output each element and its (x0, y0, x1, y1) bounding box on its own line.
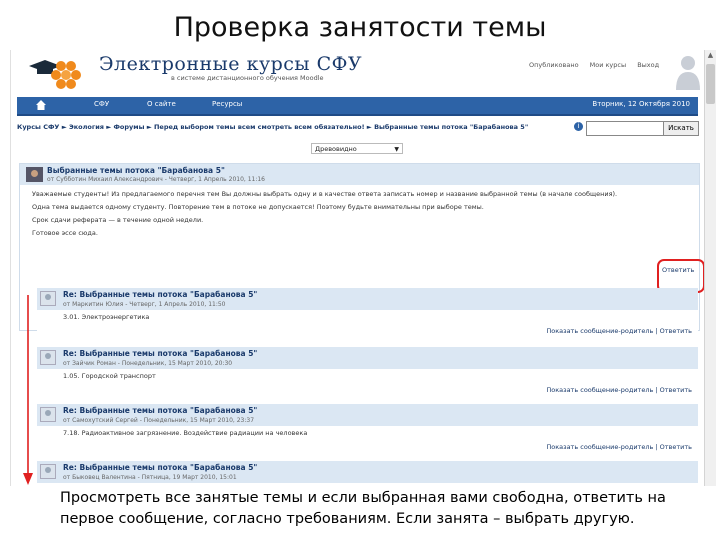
scroll-thumb[interactable] (706, 64, 715, 104)
main-post-paragraph: Срок сдачи реферата — в течение одной не… (32, 216, 204, 224)
browser-screenshot: Электронные курсы СФУ в системе дистанци… (10, 50, 704, 486)
reply-post: Re: Выбранные темы потока "Барабанова 5"… (37, 404, 698, 458)
slide-caption: Просмотреть все занятые темы и если выбр… (60, 488, 710, 530)
slide-title: Проверка занятости темы (173, 12, 547, 43)
display-mode-select[interactable]: Древовидно ▼ (311, 143, 403, 154)
main-post-paragraph: Одна тема выдается одному студенту. Повт… (32, 203, 484, 211)
search-input[interactable] (586, 121, 667, 136)
site-subtitle: в системе дистанционного обучения Moodle (171, 74, 324, 82)
display-mode-value: Древовидно (315, 145, 357, 153)
reply-header: Re: Выбранные темы потока "Барабанова 5"… (37, 461, 698, 483)
reply-header: Re: Выбранные темы потока "Барабанова 5"… (37, 347, 698, 369)
main-post-paragraph: Готовое эссе сюда. (32, 229, 98, 237)
reply-post: Re: Выбранные темы потока "Барабанова 5"… (37, 288, 698, 342)
reply-meta: от Самохутский Сергей - Понедельник, 15 … (63, 417, 255, 424)
reply-body: 3.01. Электроэнергетика (63, 313, 150, 321)
scroll-down-arrow-icon (23, 295, 33, 485)
scroll-up-icon[interactable]: ▲ (705, 50, 716, 61)
top-link-published[interactable]: Опубликовано (529, 61, 579, 69)
nav-item-sfu[interactable]: СФУ (94, 100, 109, 108)
top-links: Опубликовано Мои курсы Выход (529, 61, 668, 69)
reply-links[interactable]: Показать сообщение-родитель | Ответить (546, 443, 692, 451)
reply-post: Re: Выбранные темы потока "Барабанова 5"… (37, 347, 698, 401)
avatar[interactable] (40, 291, 56, 306)
scrollbar[interactable]: ▲ (704, 50, 716, 486)
reply-title: Re: Выбранные темы потока "Барабанова 5" (63, 349, 258, 358)
main-post-paragraph: Уважаемые студенты! Из предлагаемого пер… (32, 190, 618, 198)
caption-line: первое сообщение, согласно требованиям. … (60, 511, 635, 527)
reply-header: Re: Выбранные темы потока "Барабанова 5"… (37, 404, 698, 426)
reply-title: Re: Выбранные темы потока "Барабанова 5" (63, 290, 258, 299)
top-link-my-courses[interactable]: Мои курсы (590, 61, 626, 69)
nav-item-about[interactable]: О сайте (147, 100, 176, 108)
reply-body: 7.18. Радиоактивное загрязнение. Воздейс… (63, 429, 308, 437)
reply-header: Re: Выбранные темы потока "Барабанова 5"… (37, 288, 698, 310)
avatar[interactable] (26, 167, 43, 182)
caption-line: Просмотреть все занятые темы и если выбр… (60, 490, 666, 506)
avatar[interactable] (40, 407, 56, 422)
nav-date: Вторник, 12 Октября 2010 (592, 100, 690, 108)
main-post-meta: от Субботин Михаил Александрович - Четве… (47, 176, 266, 183)
chevron-down-icon: ▼ (394, 146, 399, 153)
top-link-logout[interactable]: Выход (637, 61, 659, 69)
logo-icon (29, 60, 81, 89)
home-icon[interactable] (35, 99, 47, 111)
breadcrumb[interactable]: Курсы СФУ ► Экология ► Форумы ► Перед вы… (17, 123, 577, 131)
reply-links[interactable]: Показать сообщение-родитель | Ответить (546, 327, 692, 335)
avatar[interactable] (40, 464, 56, 479)
main-post-body: Уважаемые студенты! Из предлагаемого пер… (20, 188, 699, 240)
main-post-header: Выбранные темы потока "Барабанова 5" от … (20, 164, 699, 185)
reply-title: Re: Выбранные темы потока "Барабанова 5" (63, 463, 258, 472)
reply-post: Re: Выбранные темы потока "Барабанова 5"… (37, 461, 698, 486)
reply-title: Re: Выбранные темы потока "Барабанова 5" (63, 406, 258, 415)
reply-meta: от Быковец Валентина - Пятница, 19 Март … (63, 474, 237, 481)
user-icon (676, 56, 700, 90)
reply-meta: от Зайчик Роман - Понедельник, 15 Март 2… (63, 360, 233, 367)
site-title: Электронные курсы СФУ (99, 53, 363, 75)
nav-item-resources[interactable]: Ресурсы (212, 100, 242, 108)
navbar: СФУ О сайте Ресурсы Вторник, 12 Октября … (17, 97, 698, 116)
reply-meta: от Маркитин Юлия - Четверг, 1 Апрель 201… (63, 301, 226, 308)
search-button[interactable]: Искать (663, 121, 699, 136)
site-header: Электронные курсы СФУ в системе дистанци… (11, 50, 704, 96)
reply-body: 1.05. Городской транспорт (63, 372, 156, 380)
help-icon[interactable]: i (574, 122, 583, 131)
main-post-title: Выбранные темы потока "Барабанова 5" (47, 166, 225, 175)
avatar[interactable] (40, 350, 56, 365)
reply-links[interactable]: Показать сообщение-родитель | Ответить (546, 386, 692, 394)
